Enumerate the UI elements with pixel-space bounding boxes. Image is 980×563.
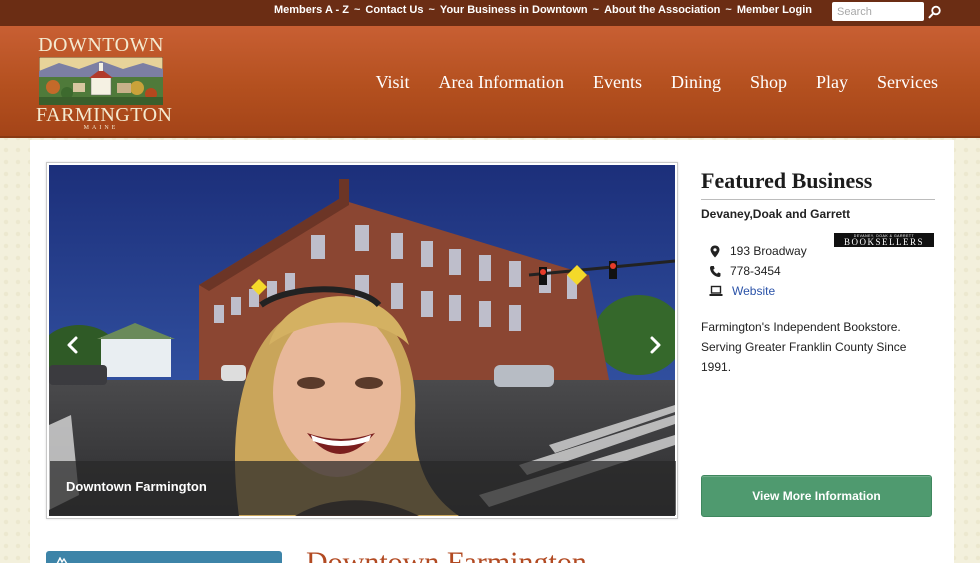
business-logo[interactable]: DEVANEY, DOAK & GARRETT BOOKSELLERS bbox=[834, 233, 934, 247]
your-business-link[interactable]: Your Business in Downtown bbox=[440, 4, 588, 16]
business-address-row: 193 Broadway bbox=[709, 244, 807, 258]
link-separator: ~ bbox=[353, 4, 361, 16]
chevron-right-icon[interactable] bbox=[645, 333, 665, 357]
members-a-z-link[interactable]: Members A - Z bbox=[274, 4, 349, 16]
business-address: 193 Broadway bbox=[730, 244, 807, 258]
business-logo-text: BOOKSELLERS bbox=[843, 237, 924, 247]
link-separator: ~ bbox=[725, 4, 732, 16]
business-phone-row: 778-3454 bbox=[709, 264, 781, 278]
site-logo[interactable]: DOWNTOWN FARMINGTON MAINE bbox=[36, 34, 173, 132]
site-header: DOWNTOWN FARMINGTON MAINE Visit Area Inf… bbox=[0, 26, 980, 138]
search-icon[interactable] bbox=[928, 5, 942, 19]
view-more-information-button[interactable]: View More Information bbox=[701, 475, 932, 517]
image-slider: Downtown Farmington bbox=[46, 162, 678, 519]
nav-events[interactable]: Events bbox=[593, 72, 642, 93]
nav-area-information[interactable]: Area Information bbox=[439, 72, 564, 93]
utility-links: Members A - Z ~ Contact Us ~ Your Busine… bbox=[274, 4, 812, 16]
link-separator: ~ bbox=[428, 4, 435, 16]
slide-caption-bar: Downtown Farmington bbox=[50, 461, 676, 515]
widget-icon bbox=[56, 557, 68, 563]
business-website-row: Website bbox=[709, 284, 775, 298]
logo-state-text: MAINE bbox=[83, 125, 119, 131]
bottom-widget-box[interactable] bbox=[46, 551, 282, 563]
chevron-left-icon[interactable] bbox=[63, 333, 83, 357]
featured-business-heading: Featured Business bbox=[701, 168, 935, 200]
section-heading: Downtown Farmington bbox=[306, 548, 587, 563]
nav-play[interactable]: Play bbox=[816, 72, 848, 93]
search-input[interactable] bbox=[832, 2, 924, 21]
laptop-icon bbox=[709, 285, 723, 296]
member-login-link[interactable]: Member Login bbox=[737, 4, 812, 16]
map-pin-icon bbox=[710, 245, 720, 257]
business-description: Farmington's Independent Bookstore. Serv… bbox=[701, 320, 907, 374]
nav-shop[interactable]: Shop bbox=[750, 72, 787, 93]
nav-services[interactable]: Services bbox=[877, 72, 938, 93]
contact-us-link[interactable]: Contact Us bbox=[365, 4, 423, 16]
town-illustration bbox=[39, 57, 163, 105]
business-name: Devaney,Doak and Garrett bbox=[701, 207, 851, 221]
logo-downtown-text: DOWNTOWN bbox=[38, 34, 164, 56]
business-website-link[interactable]: Website bbox=[732, 284, 775, 298]
logo-farmington-text: FARMINGTON bbox=[36, 104, 173, 126]
link-separator: ~ bbox=[592, 4, 600, 16]
top-utility-bar: Members A - Z ~ Contact Us ~ Your Busine… bbox=[0, 0, 980, 26]
nav-dining[interactable]: Dining bbox=[671, 72, 721, 93]
phone-icon bbox=[710, 265, 721, 277]
slide-caption-text: Downtown Farmington bbox=[66, 479, 207, 494]
about-association-link[interactable]: About the Association bbox=[604, 4, 720, 16]
main-navigation: Visit Area Information Events Dining Sho… bbox=[347, 72, 938, 93]
nav-visit[interactable]: Visit bbox=[376, 72, 410, 93]
business-phone: 778-3454 bbox=[730, 264, 781, 278]
